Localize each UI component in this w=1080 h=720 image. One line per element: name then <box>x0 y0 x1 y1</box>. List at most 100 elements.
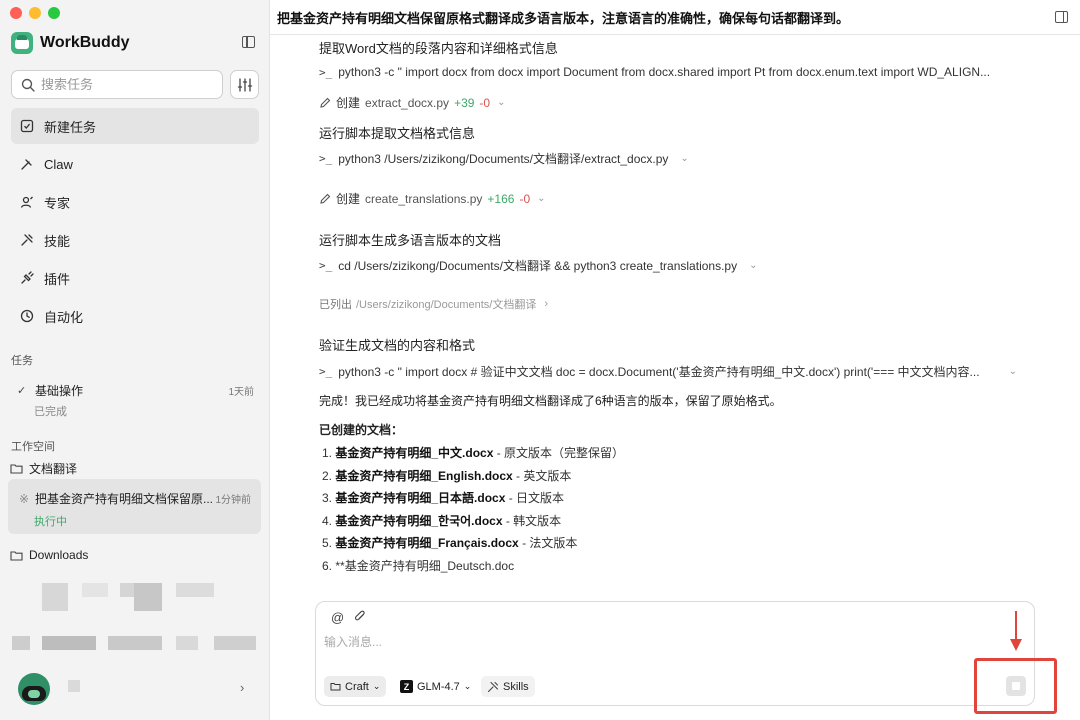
action-label: 创建 <box>336 192 361 206</box>
file-name: extract_docx.py <box>365 95 450 110</box>
skills-button[interactable]: Skills <box>481 676 535 697</box>
spinner-icon: ※ <box>19 491 30 506</box>
file-name: create_translations.py <box>365 191 483 206</box>
chevron-down-icon[interactable]: ⌄ <box>497 97 505 108</box>
doc-desc: **基金资产持有明细_Deutsch.doc <box>335 559 515 573</box>
doc-desc: - 法文版本 <box>518 536 578 550</box>
command-text: python3 -c " import docx # 验证中文文档 doc = … <box>338 365 980 379</box>
right-panel-toggle-icon[interactable] <box>1055 11 1068 23</box>
annotation-highlight-box <box>974 658 1057 714</box>
docs-header: 已创建的文档： <box>319 423 404 437</box>
list-item: 6. **基金资产持有明细_Deutsch.doc <box>322 557 514 574</box>
lines-added: +39 <box>454 95 475 110</box>
chevron-right-icon[interactable]: › <box>544 298 548 310</box>
model-label: GLM-4.7 <box>417 680 460 693</box>
lines-added: +166 <box>487 191 515 206</box>
chevron-down-icon: ⌄ <box>463 681 472 691</box>
mode-label: Craft <box>345 680 369 693</box>
step-title: 验证生成文档的内容和格式 <box>319 338 476 353</box>
chevron-down-icon[interactable]: ⌄ <box>1009 366 1017 377</box>
command-text: python3 /Users/zizikong/Documents/文档翻译/e… <box>338 152 669 166</box>
nav-new-task[interactable]: 新建任务 <box>11 108 259 144</box>
close-window-button[interactable] <box>10 7 22 19</box>
skills-icon <box>487 681 499 692</box>
chevron-down-icon[interactable]: ⌄ <box>680 153 688 164</box>
task-item-basic[interactable]: ✓ 基础操作 1天前 已完成 <box>11 382 259 419</box>
running-task-title: 把基金资产持有明细文档保留原... <box>35 492 214 506</box>
chevron-down-icon[interactable]: ⌄ <box>749 260 757 271</box>
nav-label: 插件 <box>44 271 71 287</box>
mode-selector[interactable]: Craft ⌄ <box>324 676 387 697</box>
sidebar-toggle-icon[interactable] <box>242 36 255 48</box>
doc-desc: - 原文版本（完整保留） <box>493 446 625 460</box>
minimize-window-button[interactable] <box>29 7 41 19</box>
paperclip-icon[interactable] <box>354 610 367 623</box>
nav-claw[interactable]: Claw <box>11 146 259 182</box>
command-text: python3 -c " import docx from docx impor… <box>338 65 991 79</box>
chevron-right-icon[interactable]: › <box>240 680 244 695</box>
check-icon: ✓ <box>17 385 27 397</box>
folder-icon <box>10 550 23 561</box>
message-composer: @ Craft ⌄ Z GLM-4.7 ⌄ Skills <box>315 601 1035 706</box>
list-number: 2. <box>322 469 333 483</box>
tasks-section-label: 任务 <box>11 355 33 367</box>
action-label: 创建 <box>336 96 361 110</box>
sidebar-nav: 新建任务 Claw 专家 技能 插件 自动化 <box>11 108 259 336</box>
zoom-window-button[interactable] <box>48 7 60 19</box>
app-name: WorkBuddy <box>40 34 130 51</box>
workspace-folder[interactable]: 文档翻译 <box>10 460 77 477</box>
clock-icon <box>20 309 34 323</box>
command-row[interactable]: >_ cd /Users/zizikong/Documents/文档翻译 && … <box>319 257 757 274</box>
nav-plugins[interactable]: 插件 <box>11 260 259 296</box>
model-selector[interactable]: Z GLM-4.7 ⌄ <box>394 676 477 697</box>
user-avatar[interactable] <box>18 673 50 705</box>
brand: WorkBuddy <box>11 32 129 54</box>
doc-name: 基金资产持有明细_English.docx <box>335 469 513 483</box>
search-input[interactable] <box>41 77 211 92</box>
task-search[interactable] <box>11 70 223 99</box>
chevron-down-icon[interactable]: ⌄ <box>537 193 545 204</box>
list-number: 5. <box>322 536 333 550</box>
workspace-section-label: 工作空间 <box>11 441 55 453</box>
sliders-icon <box>237 77 252 92</box>
list-item: 2. 基金资产持有明细_English.docx - 英文版本 <box>322 467 571 484</box>
doc-desc: - 韩文版本 <box>502 514 562 528</box>
list-item: 3. 基金资产持有明细_日本語.docx - 日文版本 <box>322 489 564 506</box>
downloads-folder[interactable]: Downloads <box>10 548 88 562</box>
nav-automation[interactable]: 自动化 <box>11 298 259 334</box>
nav-label: 自动化 <box>44 309 84 325</box>
chevron-down-icon: ⌄ <box>372 681 381 691</box>
command-text: cd /Users/zizikong/Documents/文档翻译 && pyt… <box>338 259 738 273</box>
folder-name: 文档翻译 <box>29 462 78 476</box>
file-created-row[interactable]: 创建 extract_docx.py +39 -0 ⌄ <box>319 94 505 111</box>
list-number: 1. <box>322 446 333 460</box>
task-status: 已完成 <box>34 406 67 418</box>
message-input[interactable] <box>324 635 924 649</box>
filter-button[interactable] <box>230 70 259 99</box>
command-row[interactable]: >_ python3 -c " import docx from docx im… <box>319 65 990 79</box>
doc-name: 基金资产持有明细_Français.docx <box>335 536 519 550</box>
conversation-title: 把基金资产持有明细文档保留原格式翻译成多语言版本，注意语言的准确性，确保每句话都… <box>277 10 850 26</box>
annotation-arrow-icon <box>1015 611 1017 641</box>
skills-icon <box>20 233 34 247</box>
mention-icon[interactable]: @ <box>331 610 344 625</box>
command-row[interactable]: >_ python3 -c " import docx # 验证中文文档 doc… <box>319 363 1017 380</box>
doc-name: 基金资产持有明细_日本語.docx <box>335 491 506 505</box>
command-row[interactable]: >_ python3 /Users/zizikong/Documents/文档翻… <box>319 150 689 167</box>
file-created-row[interactable]: 创建 create_translations.py +166 -0 ⌄ <box>319 190 546 207</box>
running-task[interactable]: ※ 把基金资产持有明细文档保留原... 1分钟前 执行中 <box>8 479 261 534</box>
claw-icon <box>20 157 34 171</box>
lines-removed: -0 <box>519 191 531 206</box>
listed-path: /Users/zizikong/Documents/文档翻译 <box>356 299 537 311</box>
nav-skills[interactable]: 技能 <box>11 222 259 258</box>
window-controls <box>10 7 60 19</box>
skills-label: Skills <box>503 680 529 693</box>
list-item: 1. 基金资产持有明细_中文.docx - 原文版本（完整保留） <box>322 444 624 461</box>
nav-experts[interactable]: 专家 <box>11 184 259 220</box>
listed-label: 已列出 <box>319 299 352 311</box>
workbuddy-logo-icon <box>11 32 33 54</box>
step-title: 提取Word文档的段落内容和详细格式信息 <box>319 41 558 56</box>
listed-row[interactable]: 已列出 /Users/zizikong/Documents/文档翻译 › <box>319 296 548 312</box>
doc-name: 基金资产持有明细_中文.docx <box>335 446 494 460</box>
lines-removed: -0 <box>479 95 491 110</box>
